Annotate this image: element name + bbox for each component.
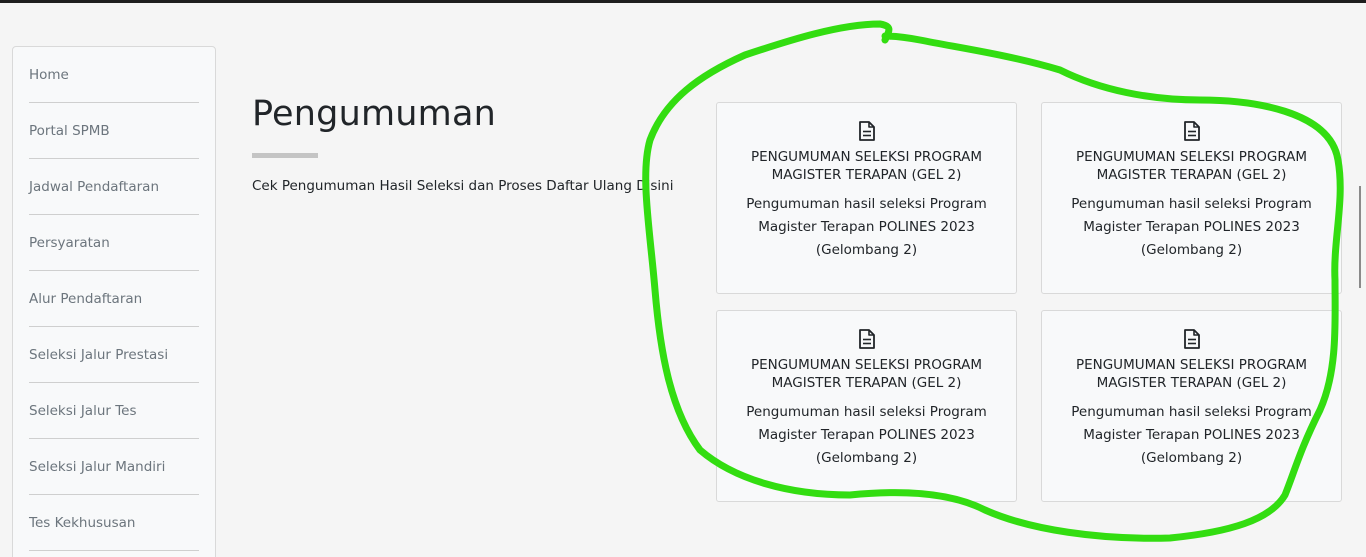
card-text: Pengumuman hasil seleksi Program Magiste… [746,404,987,466]
document-icon [858,121,875,141]
top-bar [0,0,1366,3]
document-icon [1183,329,1200,349]
sidebar-nav: Home Portal SPMB Jadwal Pendaftaran Pers… [12,46,216,557]
card-text: Pengumuman hasil seleksi Program Magiste… [1071,404,1312,466]
announcement-card[interactable]: PENGUMUMAN SELEKSI PROGRAM MAGISTER TERA… [716,102,1017,294]
sidebar-item-persyaratan[interactable]: Persyaratan [29,215,199,271]
page-description: Cek Pengumuman Hasil Seleksi dan Proses … [252,178,674,194]
sidebar-item-alur-pendaftaran[interactable]: Alur Pendaftaran [29,271,199,327]
sidebar-item-seleksi-jalur-mandiri[interactable]: Seleksi Jalur Mandiri [29,439,199,495]
sidebar-item-jadwal-pendaftaran[interactable]: Jadwal Pendaftaran [29,159,199,215]
document-icon [1183,121,1200,141]
sidebar-item-seleksi-jalur-tes[interactable]: Seleksi Jalur Tes [29,383,199,439]
sidebar-item-seleksi-jalur-prestasi[interactable]: Seleksi Jalur Prestasi [29,327,199,383]
page-title: Pengumuman [252,94,496,134]
sidebar-item-portal-spmb[interactable]: Portal SPMB [29,103,199,159]
document-icon [858,329,875,349]
announcement-card[interactable]: PENGUMUMAN SELEKSI PROGRAM MAGISTER TERA… [1041,310,1342,502]
title-underline [252,153,318,158]
card-title: PENGUMUMAN SELEKSI PROGRAM MAGISTER TERA… [750,149,983,183]
card-text: Pengumuman hasil seleksi Program Magiste… [1071,196,1312,258]
sidebar-item-home[interactable]: Home [29,47,199,103]
sidebar-item-tes-kekhususan[interactable]: Tes Kekhususan [29,495,199,551]
card-title: PENGUMUMAN SELEKSI PROGRAM MAGISTER TERA… [1075,149,1308,183]
scrollbar-thumb[interactable] [1359,186,1361,288]
announcement-card[interactable]: PENGUMUMAN SELEKSI PROGRAM MAGISTER TERA… [1041,102,1342,294]
card-title: PENGUMUMAN SELEKSI PROGRAM MAGISTER TERA… [1075,357,1308,391]
card-title: PENGUMUMAN SELEKSI PROGRAM MAGISTER TERA… [750,357,983,391]
card-text: Pengumuman hasil seleksi Program Magiste… [746,196,987,258]
announcement-card[interactable]: PENGUMUMAN SELEKSI PROGRAM MAGISTER TERA… [716,310,1017,502]
